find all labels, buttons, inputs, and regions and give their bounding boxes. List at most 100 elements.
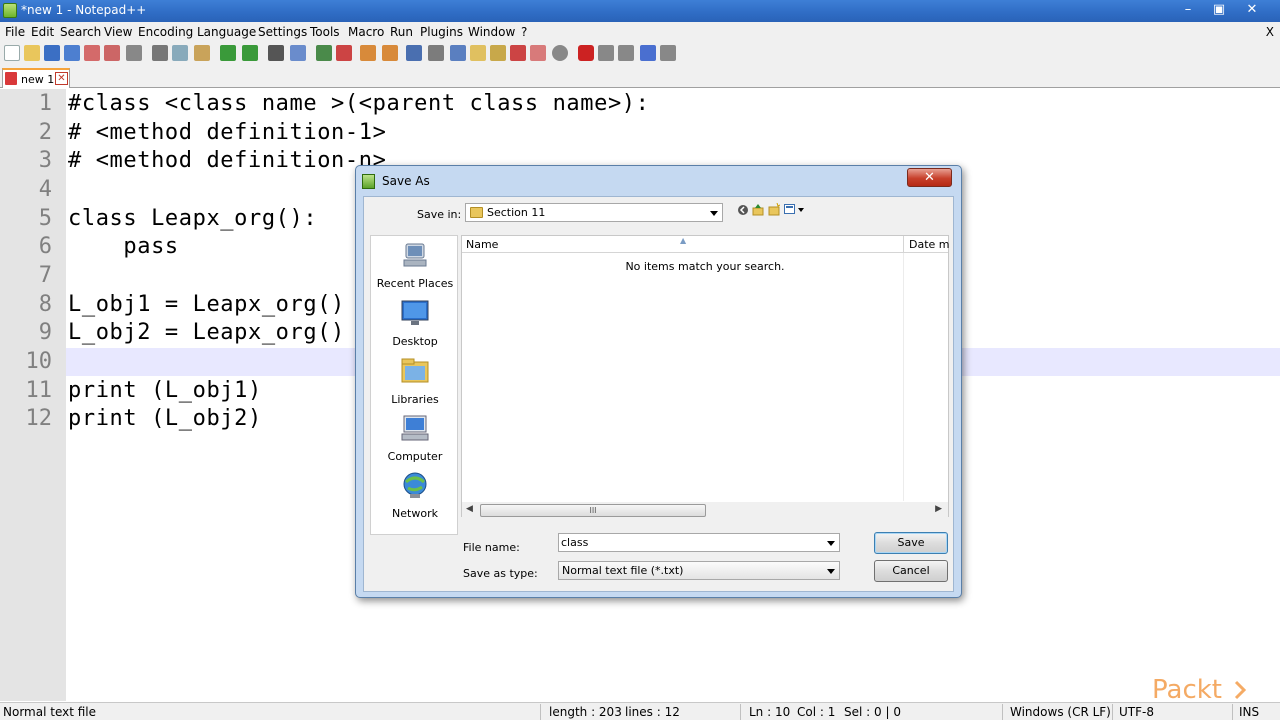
column-date-modified[interactable]: Date m [909,238,950,251]
place-libraries[interactable]: Libraries [371,356,459,406]
scrollbar-thumb[interactable]: III [480,504,706,517]
file-name-label: File name: [463,541,520,554]
paste-icon[interactable] [194,45,210,61]
place-recent-places[interactable]: Recent Places [371,240,459,290]
up-folder-icon[interactable] [752,203,764,216]
sync-vertical-icon[interactable] [360,45,376,61]
place-network[interactable]: Network [371,470,459,520]
stop-recording-icon[interactable] [598,45,614,61]
file-list[interactable]: ▲ Name Date m No items match your search… [461,235,950,518]
line-number: 5 [38,206,52,231]
record-macro-icon[interactable] [578,45,594,61]
scroll-left-icon[interactable]: ◀ [466,504,473,514]
place-label: Libraries [391,393,439,406]
save-macro-icon[interactable] [660,45,676,61]
save-all-icon[interactable] [64,45,80,61]
close-file-icon[interactable] [84,45,100,61]
file-name-input[interactable]: class [558,533,840,552]
open-file-icon[interactable] [24,45,40,61]
menu-window[interactable]: Window [468,25,515,39]
folder-as-workspace-icon[interactable] [530,45,546,61]
line-number: 3 [38,148,52,173]
minimize-button[interactable]: – [1172,0,1204,20]
copy-icon[interactable] [172,45,188,61]
empty-message: No items match your search. [625,260,785,273]
line-number: 10 [25,349,53,374]
sync-horizontal-icon[interactable] [382,45,398,61]
menu-settings[interactable]: Settings [258,25,307,39]
cut-icon[interactable] [152,45,168,61]
print-icon[interactable] [126,45,142,61]
tab-new-1[interactable]: new 1 ✕ [2,68,70,88]
new-file-icon[interactable] [4,45,20,61]
dialog-title-bar[interactable]: Save As ✕ [356,166,961,194]
horizontal-scrollbar[interactable]: ◀ III ▶ [462,502,948,518]
menu-view[interactable]: View [104,25,132,39]
zoom-in-icon[interactable] [316,45,332,61]
find-icon[interactable] [268,45,284,61]
new-folder-icon[interactable] [768,203,780,216]
play-macro-icon[interactable] [618,45,634,61]
cancel-button[interactable]: Cancel [874,560,948,582]
function-list-icon[interactable] [510,45,526,61]
scroll-right-icon[interactable]: ▶ [935,504,942,514]
close-document-button[interactable]: X [1266,25,1274,39]
save-as-type-dropdown[interactable]: Normal text file (*.txt) [558,561,840,580]
column-name[interactable]: Name [466,238,498,251]
menu-search[interactable]: Search [60,25,101,39]
unsaved-file-icon [5,72,17,85]
indent-guide-icon[interactable] [450,45,466,61]
menu-run[interactable]: Run [390,25,413,39]
monitoring-icon[interactable] [552,45,568,61]
save-icon[interactable] [44,45,60,61]
line-number: 6 [38,234,52,259]
view-menu-icon[interactable] [784,204,806,215]
menu-macro[interactable]: Macro [348,25,384,39]
line-number: 2 [38,120,52,145]
menu-help[interactable]: ? [521,25,527,39]
places-bar: Recent Places Desktop Libraries Computer… [370,235,458,535]
column-guide [903,253,904,501]
status-lines: lines : 12 [625,705,680,719]
place-label: Recent Places [376,277,454,290]
maximize-button[interactable]: ▣ [1203,0,1235,20]
menu-edit[interactable]: Edit [31,25,54,39]
doc-map-icon[interactable] [490,45,506,61]
notepadpp-icon [3,3,17,18]
status-file-type: Normal text file [3,705,97,719]
menu-tools[interactable]: Tools [310,25,340,39]
menu-file[interactable]: File [5,25,25,39]
close-window-button[interactable]: ✕ [1236,0,1268,20]
chevron-down-icon[interactable] [827,541,835,546]
save-as-type-value: Normal text file (*.txt) [562,564,684,577]
status-col: Col : 1 [797,705,836,719]
close-all-icon[interactable] [104,45,120,61]
line-number: 7 [38,263,52,288]
status-divider [740,704,741,720]
run-macro-multiple-icon[interactable] [640,45,656,61]
word-wrap-icon[interactable] [406,45,422,61]
redo-icon[interactable] [242,45,258,61]
save-button[interactable]: Save [874,532,948,554]
menu-encoding[interactable]: Encoding [138,25,193,39]
status-divider [1002,704,1003,720]
line-number-gutter: 1 2 3 4 5 6 7 8 9 10 11 12 [0,89,66,701]
place-desktop[interactable]: Desktop [371,298,459,348]
title-bar: *new 1 - Notepad++ – ▣ ✕ [0,0,1280,22]
show-all-chars-icon[interactable] [428,45,444,61]
tab-close-icon[interactable]: ✕ [55,72,68,85]
code-line: # <method definition-n> [68,148,387,173]
user-language-icon[interactable] [470,45,486,61]
zoom-out-icon[interactable] [336,45,352,61]
menu-language[interactable]: Language [197,25,256,39]
menu-plugins[interactable]: Plugins [420,25,463,39]
column-divider[interactable] [903,236,904,253]
replace-icon[interactable] [290,45,306,61]
place-computer[interactable]: Computer [371,413,459,463]
computer-icon [401,415,429,441]
save-in-dropdown[interactable]: Section 11 [465,203,723,222]
undo-icon[interactable] [220,45,236,61]
dialog-close-button[interactable]: ✕ [907,168,952,187]
back-icon[interactable] [737,204,749,216]
save-in-value: Section 11 [487,206,546,219]
